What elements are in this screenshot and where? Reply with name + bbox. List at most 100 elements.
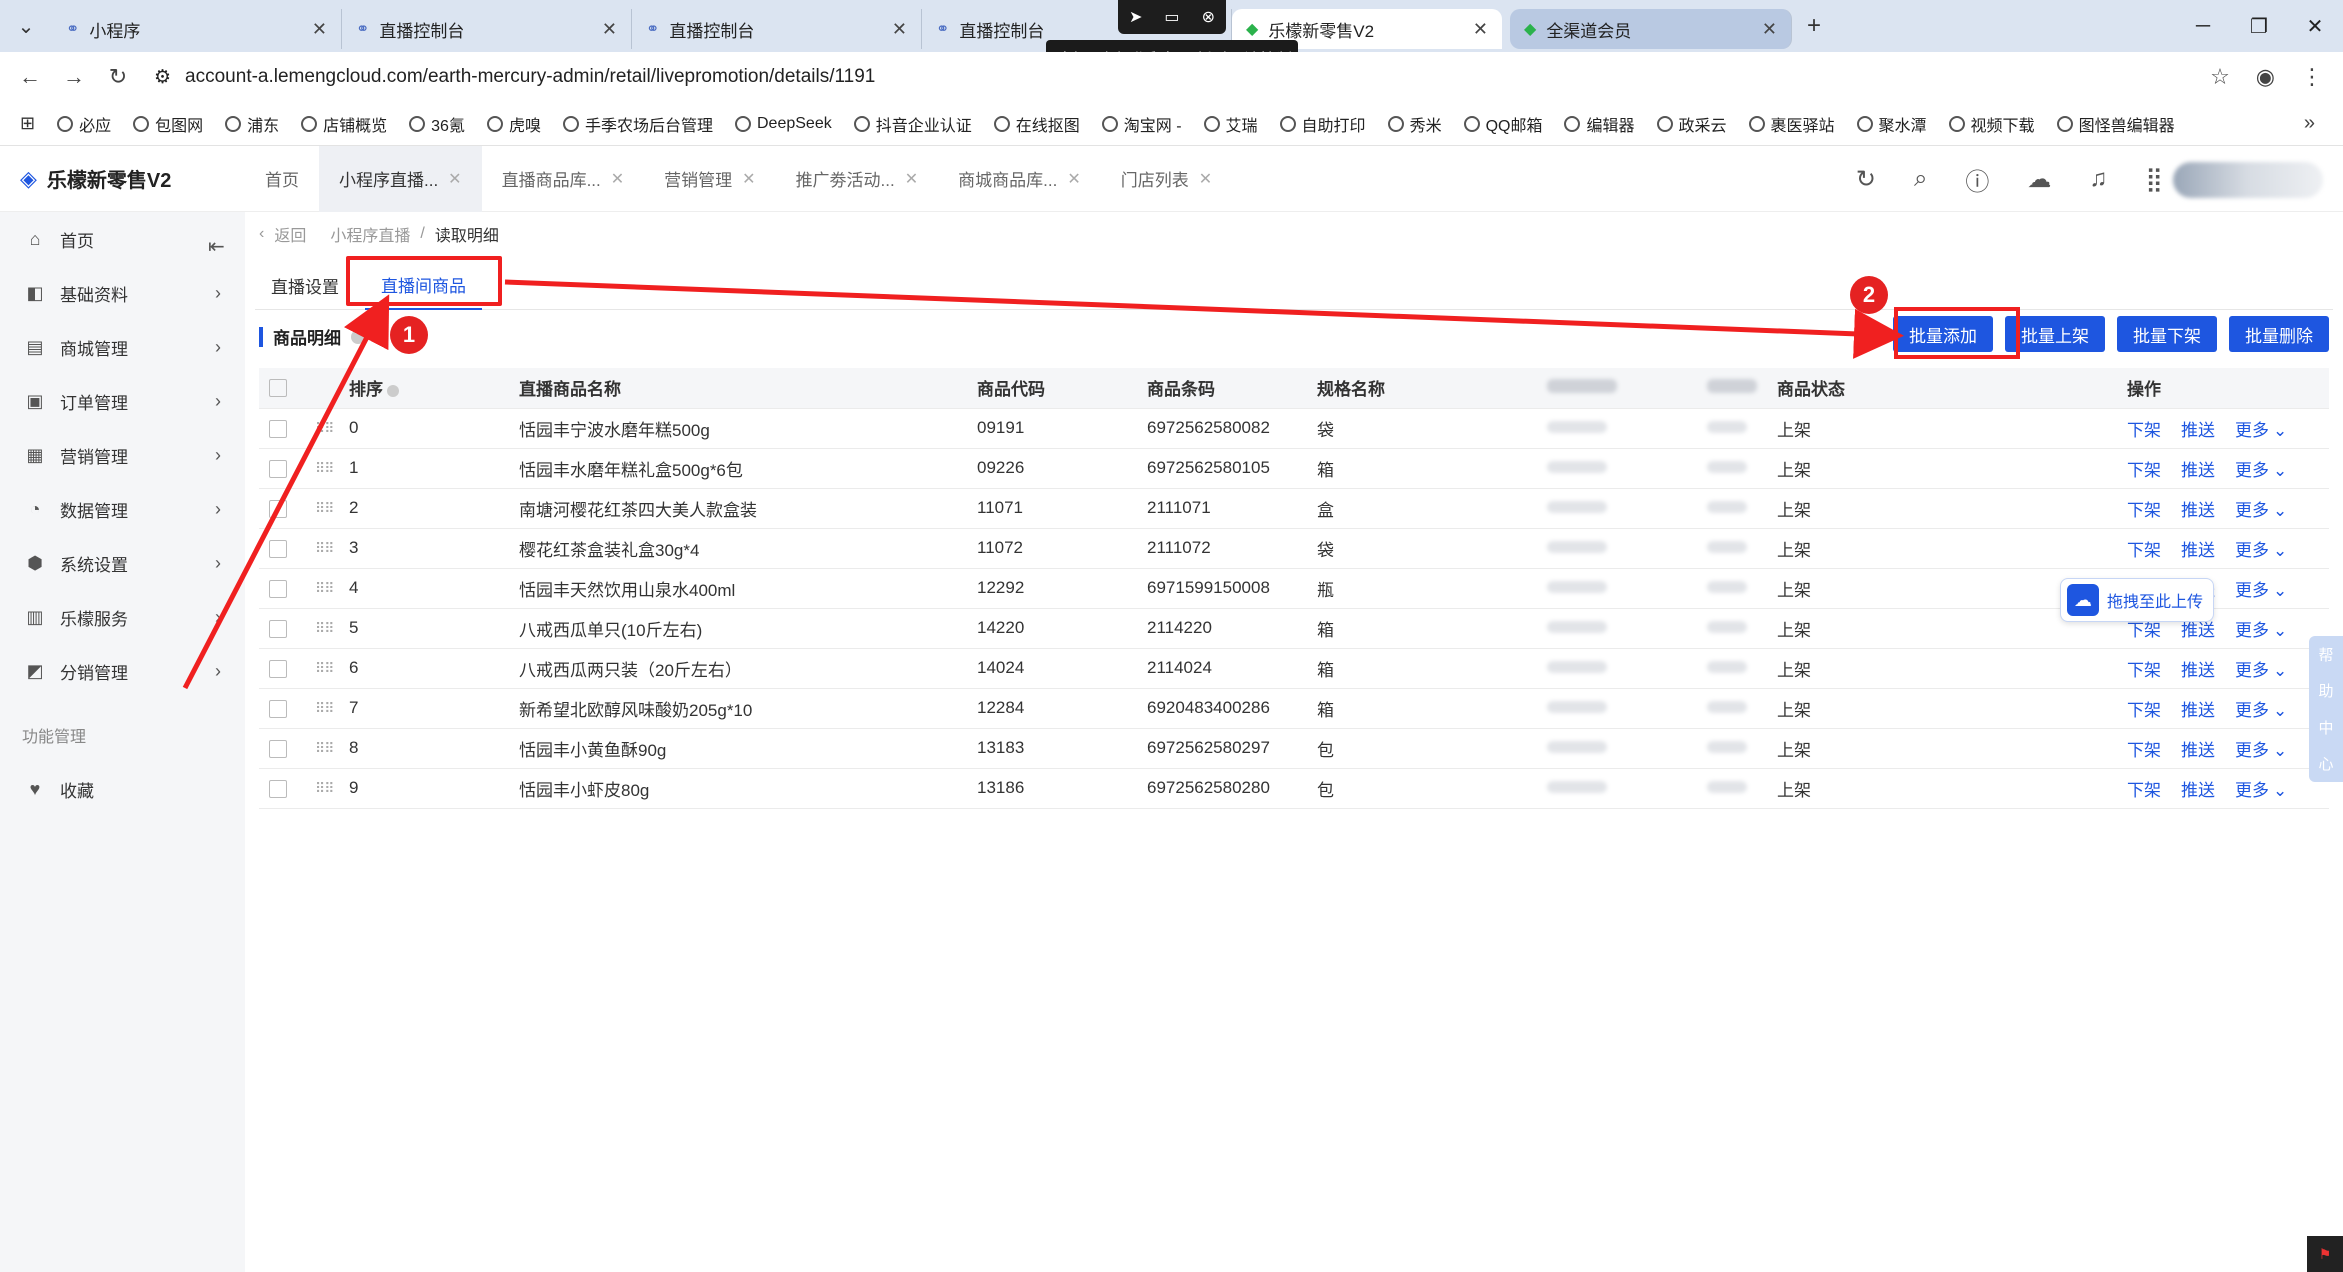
cell-select[interactable] [259, 568, 305, 609]
cell-select[interactable] [259, 448, 305, 489]
chevron-down-icon[interactable]: ⌄ [2273, 541, 2287, 560]
bookmark-item[interactable]: 图怪兽编辑器 [2056, 112, 2175, 136]
cell-select[interactable] [259, 728, 305, 769]
batch-publish-button[interactable]: 批量上架 [2005, 316, 2105, 352]
push-link[interactable]: 推送 [2181, 741, 2215, 760]
page-tab[interactable]: 小程序直播... ✕ [319, 145, 482, 212]
page-tab[interactable]: 营销管理 ✕ [644, 146, 775, 212]
close-icon[interactable]: ✕ [312, 19, 327, 40]
bookmark-item[interactable]: 淘宝网 - [1101, 112, 1182, 136]
keyboard-icon[interactable]: ▭ [1164, 7, 1179, 27]
bookmark-item[interactable]: QQ邮箱 [1463, 112, 1542, 136]
more-dropdown[interactable]: 更多 [2235, 581, 2269, 600]
bell-icon[interactable]: ♫ [2089, 165, 2107, 193]
page-tab[interactable]: 直播商品库... ✕ [482, 146, 645, 212]
sidebar-item[interactable]: ◩ 分销管理 › [0, 644, 245, 698]
close-icon[interactable]: ✕ [1762, 19, 1777, 40]
bookmark-item[interactable]: 政采云 [1656, 112, 1727, 136]
close-icon[interactable]: ✕ [742, 169, 755, 189]
back-arrow-icon[interactable]: ← [8, 64, 52, 90]
row-checkbox[interactable] [269, 659, 287, 678]
collapse-sidebar-icon[interactable]: ⇤ [208, 234, 225, 259]
apps-grid-icon[interactable]: ⊞ [20, 113, 35, 134]
drag-handle-icon[interactable]: ⠿⠿ [315, 780, 334, 796]
page-tab[interactable]: 商城商品库... ✕ [938, 146, 1101, 212]
close-icon[interactable]: ✕ [905, 169, 918, 189]
close-icon[interactable]: ✕ [892, 19, 907, 40]
info-icon[interactable] [387, 384, 399, 397]
push-link[interactable]: 推送 [2181, 501, 2215, 520]
restore-icon[interactable]: ❐ [2231, 0, 2287, 52]
help-icon[interactable]: ⓘ [1965, 162, 1989, 197]
select-all-header[interactable] [259, 368, 305, 409]
kebab-menu-icon[interactable]: ⋮ [2301, 64, 2323, 90]
tab-search-icon[interactable]: ⌄ [0, 0, 52, 52]
bookmark-item[interactable]: 裹医驿站 [1748, 112, 1835, 136]
close-icon[interactable]: ✕ [611, 169, 624, 189]
cell-select[interactable] [259, 528, 305, 569]
apps-icon[interactable]: ⣿ [2145, 165, 2163, 194]
breadcrumb-back[interactable]: 返回 [274, 222, 306, 246]
reload-icon[interactable]: ↻ [96, 64, 140, 90]
page-tab[interactable]: 门店列表 ✕ [1101, 146, 1232, 212]
bookmark-item[interactable]: 虎嗅 [486, 112, 541, 136]
sidebar-item[interactable]: ▣ 订单管理 › [0, 374, 245, 428]
push-link[interactable]: 推送 [2181, 781, 2215, 800]
bookmark-item[interactable]: 必应 [57, 112, 111, 136]
sidebar-item[interactable]: ◧ 基础资料 › [0, 266, 245, 320]
cell-select[interactable] [259, 768, 305, 809]
row-checkbox[interactable] [269, 619, 287, 638]
close-icon[interactable]: ✕ [1473, 19, 1488, 40]
push-link[interactable]: 推送 [2181, 621, 2215, 640]
bookmark-item[interactable]: 在线抠图 [993, 112, 1080, 136]
browser-tab-6[interactable]: ◆ 全渠道会员 ✕ [1510, 9, 1792, 49]
bookmark-item[interactable]: 店铺概览 [301, 112, 387, 136]
chevron-down-icon[interactable]: ⌄ [2273, 661, 2287, 680]
drag-handle-icon[interactable]: ⠿⠿ [315, 700, 334, 716]
chevron-down-icon[interactable]: ⌄ [2273, 581, 2287, 600]
more-dropdown[interactable]: 更多 [2235, 501, 2269, 520]
col-order[interactable]: 排序 [339, 368, 509, 409]
cell-select[interactable] [259, 488, 305, 529]
drag-handle-icon[interactable]: ⠿⠿ [315, 460, 334, 476]
chevron-down-icon[interactable]: ⌄ [2273, 501, 2287, 520]
sidebar-item[interactable]: ▥ 乐檬服务 › [0, 590, 245, 644]
url-field[interactable]: ⚙ account-a.lemengcloud.com/earth-mercur… [154, 66, 2210, 89]
corner-flag-icon[interactable]: ⚑ [2307, 1236, 2343, 1272]
stop-icon[interactable]: ⊗ [1202, 7, 1215, 27]
bookmark-item[interactable]: 自助打印 [1279, 112, 1366, 136]
cell-select[interactable] [259, 408, 305, 449]
back-chevron-icon[interactable]: ‹ [259, 225, 264, 243]
chevron-down-icon[interactable]: ⌄ [2273, 621, 2287, 640]
unpublish-link[interactable]: 下架 [2127, 661, 2161, 680]
bookmark-item[interactable]: 手季农场后台管理 [562, 112, 713, 136]
unpublish-link[interactable]: 下架 [2127, 501, 2161, 520]
minimize-icon[interactable]: ─ [2175, 0, 2231, 52]
bookmark-star-icon[interactable]: ☆ [2210, 64, 2230, 90]
bookmark-item[interactable]: 36氪 [409, 112, 465, 136]
browser-tab-1[interactable]: ⚭ 小程序 ✕ [52, 9, 342, 49]
more-dropdown[interactable]: 更多 [2235, 541, 2269, 560]
push-link[interactable]: 推送 [2181, 701, 2215, 720]
bookmark-item[interactable]: 编辑器 [1564, 112, 1635, 136]
cell-select[interactable] [259, 688, 305, 729]
forward-arrow-icon[interactable]: → [52, 64, 96, 90]
more-dropdown[interactable]: 更多 [2235, 621, 2269, 640]
app-logo[interactable]: ◈ 乐檬新零售V2 [0, 164, 245, 193]
new-tab-button[interactable]: + [1792, 12, 1836, 40]
breadcrumb-parent[interactable]: 小程序直播 [330, 222, 410, 246]
more-dropdown[interactable]: 更多 [2235, 661, 2269, 680]
bookmark-item[interactable]: 聚水潭 [1856, 112, 1927, 136]
help-center-tab[interactable]: 帮 助 中 心 [2309, 636, 2343, 782]
bookmark-item[interactable]: 艾瑞 [1203, 112, 1258, 136]
cloud-download-icon[interactable]: ☁ [2027, 165, 2051, 194]
drag-upload-widget[interactable]: ☁ 拖拽至此上传 [2060, 578, 2214, 622]
row-checkbox[interactable] [269, 739, 287, 758]
info-icon[interactable] [351, 329, 365, 344]
unpublish-link[interactable]: 下架 [2127, 621, 2161, 640]
chevron-down-icon[interactable]: ⌄ [2273, 461, 2287, 480]
more-dropdown[interactable]: 更多 [2235, 461, 2269, 480]
batch-delete-button[interactable]: 批量删除 [2229, 316, 2329, 352]
chevron-down-icon[interactable]: ⌄ [2273, 701, 2287, 720]
drag-handle-icon[interactable]: ⠿⠿ [315, 620, 334, 636]
